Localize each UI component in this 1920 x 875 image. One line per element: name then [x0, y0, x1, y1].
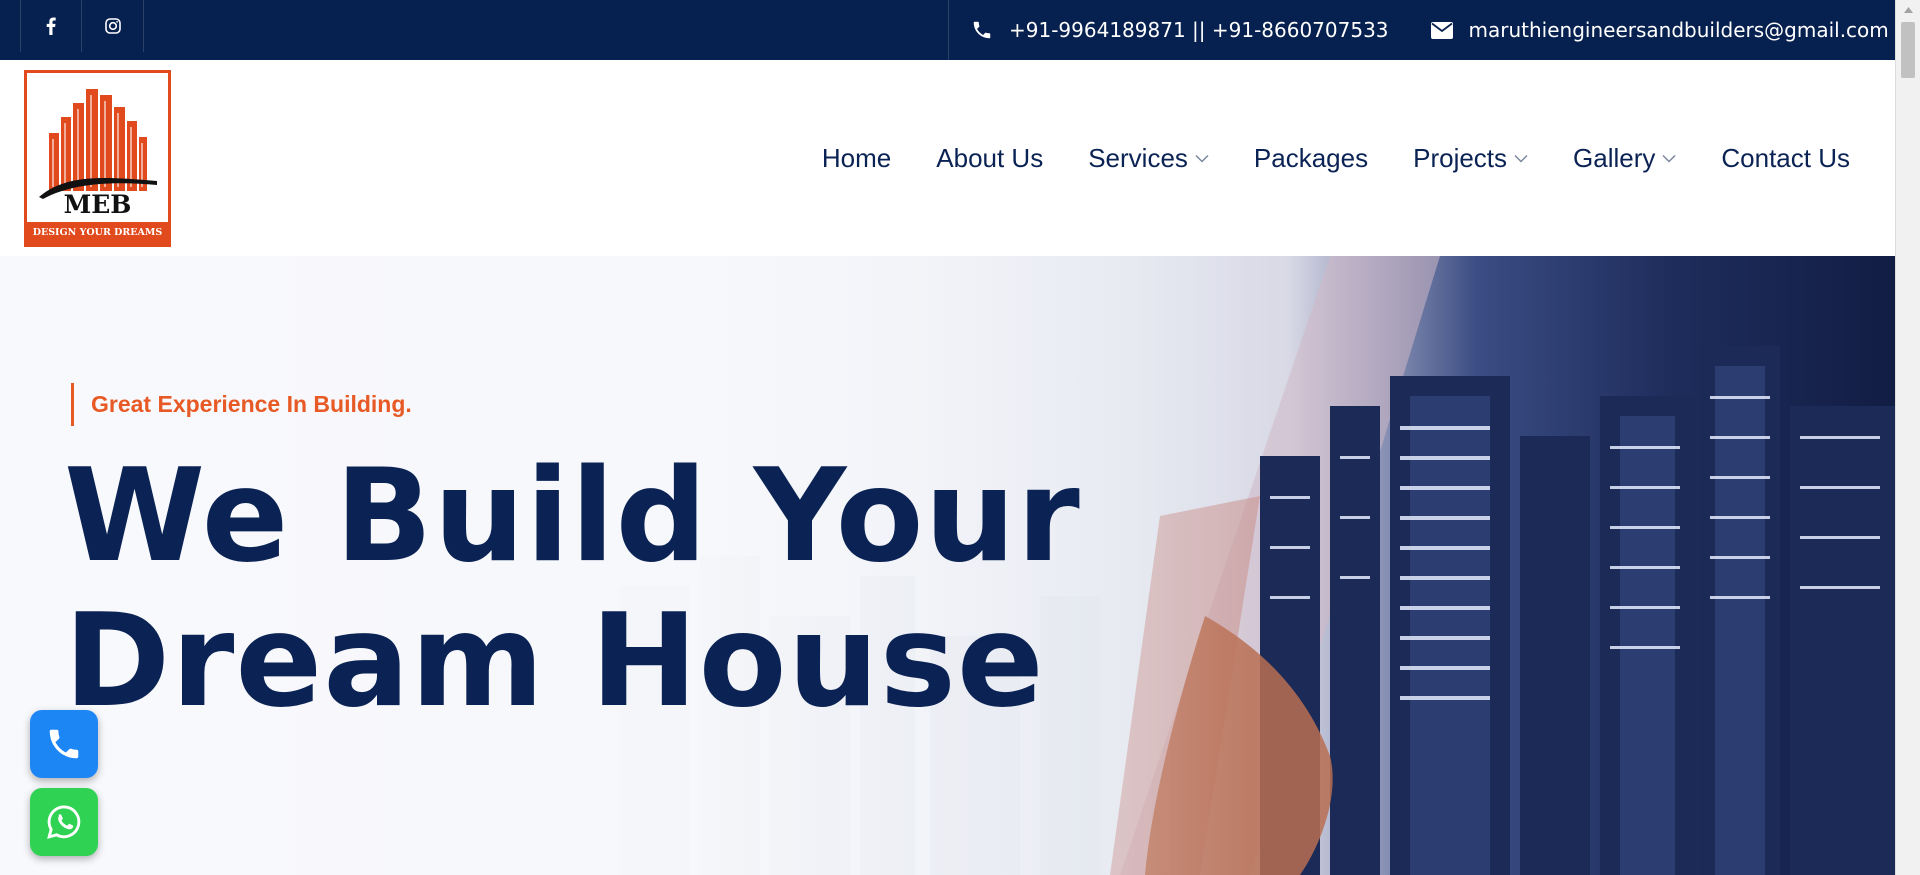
facebook-icon[interactable] — [20, 0, 82, 52]
phone-icon — [49, 729, 79, 759]
nav-item-gallery[interactable]: Gallery — [1573, 143, 1676, 174]
site-header: MEB DESIGN YOUR DREAMS Home About Us Ser… — [0, 60, 1895, 256]
main-navigation: Home About Us Services Packages Projects… — [777, 60, 1850, 256]
call-button[interactable] — [30, 710, 98, 778]
nav-label[interactable]: Gallery — [1573, 143, 1655, 174]
phone-number[interactable]: +91-9964189871 || +91-8660707533 — [1009, 18, 1389, 42]
logo-title: MEB — [63, 190, 132, 219]
hero-kicker: Great Experience In Building. — [71, 383, 412, 426]
chevron-down-icon — [1514, 154, 1528, 163]
contact-info: +91-9964189871 || +91-8660707533 maruthi… — [948, 0, 1889, 60]
whatsapp-icon — [47, 805, 81, 839]
email-address[interactable]: maruthiengineersandbuilders@gmail.com — [1469, 18, 1889, 42]
scrollbar-thumb[interactable] — [1901, 22, 1915, 78]
nav-label[interactable]: Projects — [1413, 143, 1507, 174]
headline-line-1: We Build Your — [64, 442, 1081, 591]
nav-item-contact-us[interactable]: Contact Us — [1721, 143, 1850, 174]
chevron-down-icon — [1195, 154, 1209, 163]
instagram-icon[interactable] — [82, 0, 144, 52]
chevron-down-icon — [1662, 154, 1676, 163]
nav-label[interactable]: Services — [1088, 143, 1188, 174]
nav-item-home[interactable]: Home — [822, 143, 891, 174]
site-logo[interactable]: MEB DESIGN YOUR DREAMS — [24, 70, 171, 247]
building-logo-icon — [39, 89, 157, 199]
nav-label[interactable]: Contact Us — [1721, 143, 1850, 174]
scroll-up-arrow-icon[interactable] — [1896, 0, 1920, 20]
nav-label[interactable]: Packages — [1254, 143, 1368, 174]
nav-item-about-us[interactable]: About Us — [936, 143, 1043, 174]
logo-tagline: DESIGN YOUR DREAMS — [27, 222, 168, 244]
whatsapp-button[interactable] — [30, 788, 98, 856]
hero-headline: We Build Your Dream House — [64, 442, 1081, 736]
nav-item-projects[interactable]: Projects — [1413, 143, 1528, 174]
nav-label[interactable]: Home — [822, 143, 891, 174]
headline-line-2: Dream House — [64, 587, 1045, 736]
nav-item-packages[interactable]: Packages — [1254, 143, 1368, 174]
envelope-icon — [1430, 21, 1453, 39]
top-bar: +91-9964189871 || +91-8660707533 maruthi… — [0, 0, 1895, 60]
nav-label[interactable]: About Us — [936, 143, 1043, 174]
nav-item-services[interactable]: Services — [1088, 143, 1209, 174]
page-scrollbar[interactable] — [1895, 0, 1920, 875]
phone-icon — [973, 21, 991, 39]
phone-contact[interactable]: +91-9964189871 || +91-8660707533 — [971, 18, 1389, 42]
hero-banner: Great Experience In Building. We Build Y… — [0, 256, 1895, 875]
email-contact[interactable]: maruthiengineersandbuilders@gmail.com — [1430, 18, 1889, 42]
